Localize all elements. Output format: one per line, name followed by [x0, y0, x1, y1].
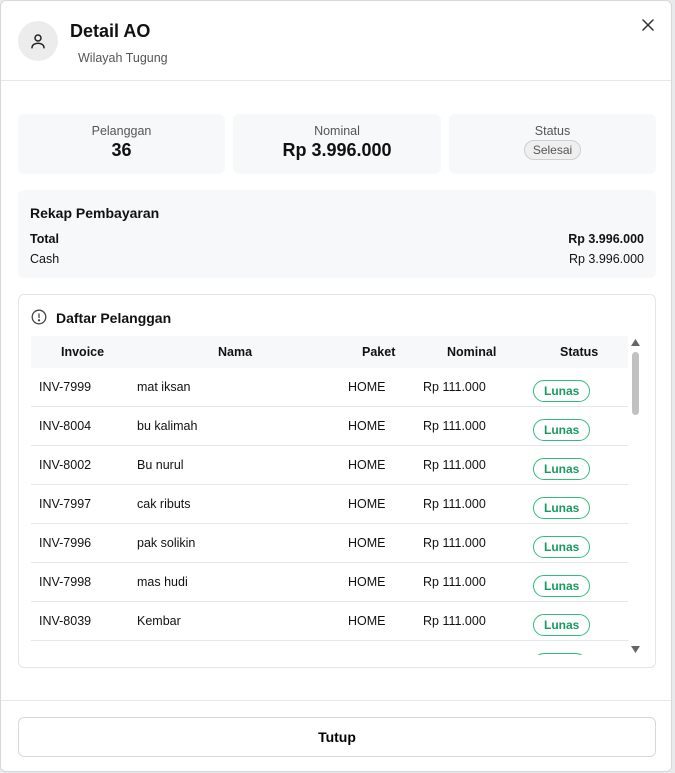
row-nominal: Rp 111.000 — [423, 380, 486, 394]
row-nama: mas hudi — [137, 575, 188, 589]
daftar-pelanggan: Daftar Pelanggan Invoice Nama Paket Nomi… — [18, 294, 656, 668]
row-invoice: INV-7997 — [39, 497, 92, 511]
row-nominal: Rp 111.000 — [423, 458, 486, 472]
row-nominal: Rp 111.000 — [423, 614, 486, 628]
status-pill — [533, 653, 587, 655]
rekap-total-label: Total — [30, 232, 59, 246]
table-row[interactable]: INV-7997 cak ributs HOME Rp 111.000 Lunas — [31, 485, 628, 524]
close-icon — [642, 19, 654, 31]
row-invoice: INV-7998 — [39, 575, 92, 589]
row-invoice: INV-8039 — [39, 614, 92, 628]
modal-title: Detail AO — [70, 21, 151, 41]
row-paket: HOME — [348, 419, 386, 433]
row-nama: pak solikin — [137, 536, 196, 550]
col-invoice: Invoice — [61, 345, 105, 359]
daftar-title: Daftar Pelanggan — [56, 310, 172, 326]
stat-nominal: Nominal Rp 3.996.000 — [233, 114, 441, 174]
info-icon — [31, 309, 47, 325]
rekap-total-value: Rp 3.996.000 — [568, 232, 644, 246]
row-invoice: INV-7999 — [39, 380, 92, 394]
tutup-button[interactable]: Tutup — [18, 717, 656, 757]
avatar — [18, 21, 58, 61]
col-nama: Nama — [218, 345, 253, 359]
scroll-down-icon[interactable] — [631, 646, 640, 653]
row-paket: HOME — [348, 458, 386, 472]
close-button[interactable] — [639, 16, 657, 34]
status-pill: Lunas — [533, 419, 591, 441]
status-pill: Lunas — [533, 536, 591, 558]
modal-subtitle: Wilayah Tugung — [78, 51, 168, 65]
rekap-cash-row: Cash Rp 3.996.000 — [30, 252, 644, 266]
table-row[interactable] — [31, 641, 628, 655]
table-row[interactable]: INV-7996 pak solikin HOME Rp 111.000 Lunas — [31, 524, 628, 563]
stat-pelanggan: Pelanggan 36 — [18, 114, 225, 174]
row-nominal: Rp 111.000 — [423, 536, 486, 550]
detail-modal: Detail AO Wilayah Tugung Pelanggan 36 No… — [0, 0, 672, 772]
row-nominal: Rp 111.000 — [423, 575, 486, 589]
table-row[interactable]: INV-7999 mat iksan HOME Rp 111.000 Lunas — [31, 368, 628, 407]
table-row[interactable]: INV-8039 Kembar HOME Rp 111.000 Lunas — [31, 602, 628, 641]
row-paket: HOME — [348, 614, 386, 628]
stat-status: Status Selesai — [449, 114, 656, 174]
row-nama: bu kalimah — [137, 419, 198, 433]
stat-pelanggan-value: 36 — [111, 140, 132, 160]
col-status: Status — [560, 345, 599, 359]
row-paket: HOME — [348, 575, 386, 589]
footer-divider — [1, 700, 671, 701]
row-nominal: Rp 111.000 — [423, 419, 486, 433]
col-nominal: Nominal — [447, 345, 497, 359]
table-body[interactable]: INV-7999 mat iksan HOME Rp 111.000 Lunas INV-… — [31, 368, 628, 655]
scroll-up-icon[interactable] — [631, 339, 640, 346]
row-paket: HOME — [348, 536, 386, 550]
rekap-cash-value: Rp 3.996.000 — [568, 252, 644, 266]
scrollbar-thumb[interactable] — [632, 352, 639, 415]
table-header: Invoice Nama Paket Nominal Status — [31, 336, 628, 368]
stat-nominal-value: Rp 3.996.000 — [282, 140, 392, 160]
user-icon — [31, 34, 45, 49]
row-nama: cak ributs — [137, 497, 191, 511]
row-nominal: Rp 111.000 — [423, 497, 486, 511]
row-invoice: INV-7996 — [39, 536, 92, 550]
row-nama: Bu nurul — [137, 458, 184, 472]
rekap-cash-label: Cash — [30, 252, 60, 266]
row-invoice: INV-8004 — [39, 419, 92, 433]
stat-pelanggan-label: Pelanggan — [91, 124, 152, 138]
status-pill: Lunas — [533, 458, 591, 480]
table-row[interactable]: INV-8002 Bu nurul HOME Rp 111.000 Lunas — [31, 446, 628, 485]
table-row[interactable]: INV-8004 bu kalimah HOME Rp 111.000 Lunas — [31, 407, 628, 446]
status-pill: Lunas — [533, 380, 591, 402]
modal-header: Detail AO Wilayah Tugung — [1, 1, 671, 81]
status-pill: Lunas — [533, 575, 591, 597]
table-row[interactable]: INV-7998 mas hudi HOME Rp 111.000 Lunas — [31, 563, 628, 602]
row-nama: mat iksan — [137, 380, 191, 394]
rekap-total-row: Total Rp 3.996.000 — [30, 232, 644, 246]
rekap-title: Rekap Pembayaran — [30, 205, 160, 221]
row-invoice: INV-8002 — [39, 458, 92, 472]
status-badge: Selesai — [523, 140, 582, 160]
rekap-pembayaran: Rekap Pembayaran Total Rp 3.996.000 Cash… — [18, 190, 656, 278]
status-pill: Lunas — [533, 614, 591, 636]
col-paket: Paket — [362, 345, 396, 359]
row-nama: Kembar — [137, 614, 181, 628]
row-paket: HOME — [348, 380, 386, 394]
row-paket: HOME — [348, 497, 386, 511]
status-pill: Lunas — [533, 497, 591, 519]
stat-status-label: Status — [534, 124, 571, 138]
stat-nominal-label: Nominal — [314, 124, 360, 138]
